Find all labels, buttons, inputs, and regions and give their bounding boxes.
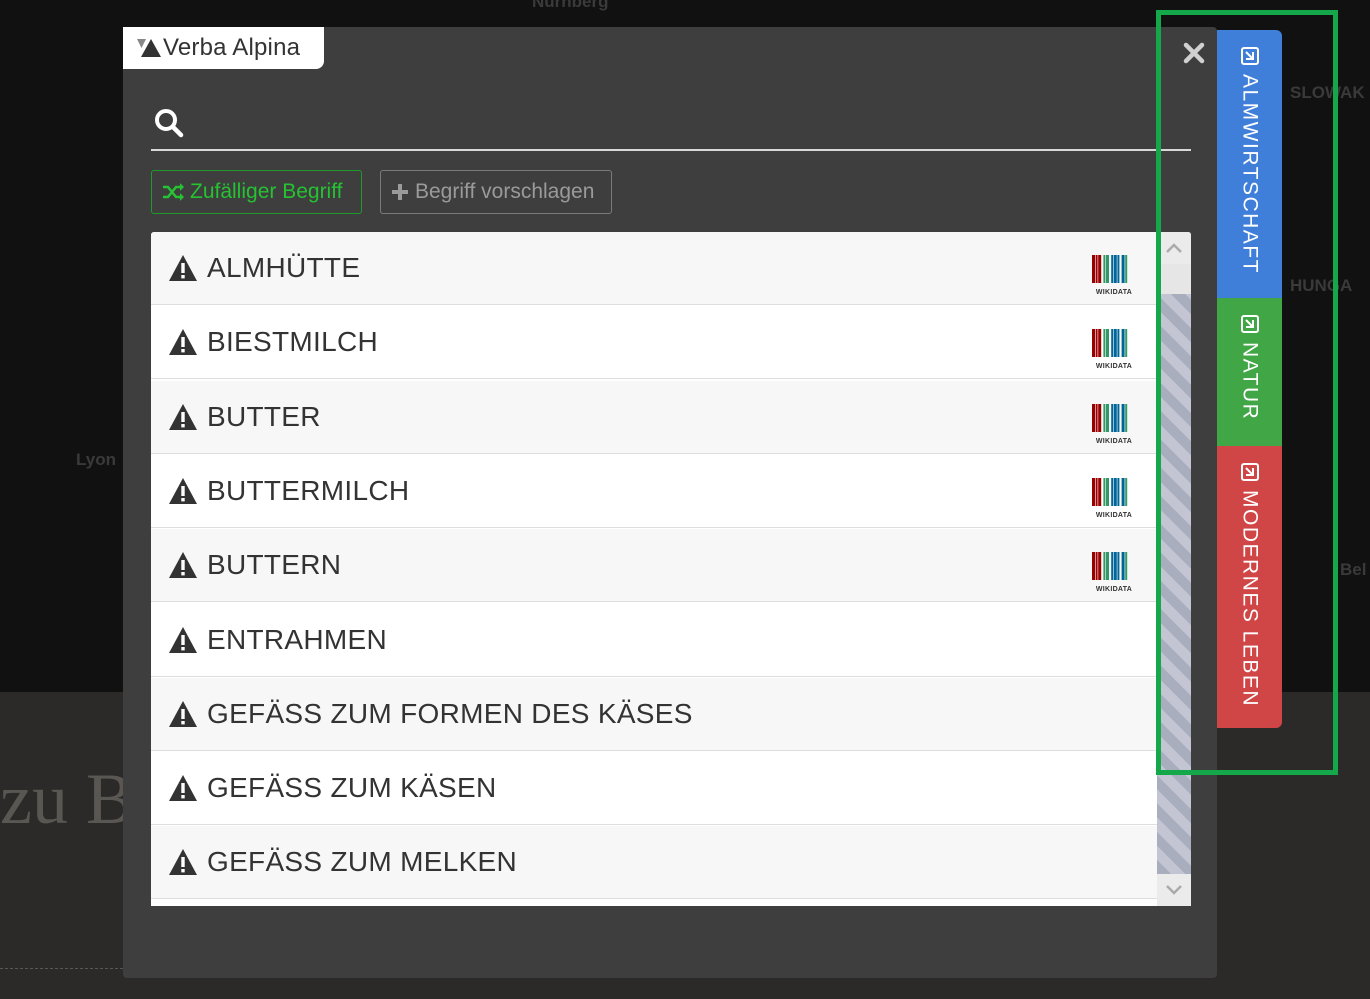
list-item[interactable]: BUTTER WIKIDATA <box>151 380 1157 454</box>
map-label: Bel <box>1340 560 1367 579</box>
warning-icon <box>169 626 197 653</box>
list-item[interactable]: BUTTERN WIKIDATA <box>151 529 1157 603</box>
list-item-label: GEFÄSS ZUM FORMEN DES KÄSES <box>207 697 693 729</box>
wikidata-icon <box>1092 477 1128 506</box>
search-bar <box>151 97 1191 151</box>
chevron-up-icon <box>1166 243 1182 253</box>
list-item-label: ENTRAHMEN <box>207 623 388 655</box>
random-term-button[interactable]: Zufälliger Begriff <box>151 170 362 214</box>
sign-in-icon <box>1240 315 1259 333</box>
map-label: Lyon <box>76 450 116 469</box>
scroll-down-button[interactable] <box>1157 874 1191 906</box>
list-scrollbar[interactable] <box>1157 232 1191 906</box>
wikidata-link[interactable]: WIKIDATA <box>1091 403 1137 445</box>
divider <box>0 968 123 969</box>
list-item[interactable]: GEFÄSS ZUM FORMEN DES KÄSES <box>151 677 1157 751</box>
warning-icon <box>169 552 197 579</box>
list-item-label: BUTTERN <box>207 549 342 581</box>
wikidata-caption: WIKIDATA <box>1095 289 1133 296</box>
wikidata-link[interactable]: WIKIDATA <box>1091 255 1137 296</box>
warning-icon <box>169 775 197 802</box>
list-item[interactable]: ALMHÜTTE WIKIDATA <box>151 232 1157 305</box>
tab-modernes-leben[interactable]: MODERNES LEBEN <box>1217 446 1282 728</box>
wikidata-icon <box>1092 255 1128 283</box>
sign-in-icon <box>1240 47 1259 65</box>
warning-icon <box>169 329 197 356</box>
tab-label: MODERNES LEBEN <box>1238 490 1262 708</box>
scroll-thumb[interactable] <box>1157 264 1191 294</box>
warning-icon <box>169 477 197 504</box>
tab-label: ALMWIRTSCHAFT <box>1238 74 1262 274</box>
wikidata-caption: WIKIDATA <box>1095 437 1133 445</box>
suggest-term-label: Begriff vorschlagen <box>415 180 595 203</box>
warning-icon <box>169 403 197 430</box>
map-label: HUNGA <box>1290 276 1353 295</box>
list-item[interactable]: ENTRAHMEN <box>151 603 1157 677</box>
shuffle-icon <box>163 183 184 201</box>
search-input[interactable] <box>185 102 1191 144</box>
tab-natur[interactable]: NATUR <box>1217 298 1282 446</box>
suggest-term-button[interactable]: Begriff vorschlagen <box>380 170 612 214</box>
list-item[interactable]: GEFÄSS ZUM MELKEN <box>151 826 1157 900</box>
wikidata-icon <box>1092 552 1128 581</box>
wikidata-link[interactable]: WIKIDATA <box>1091 552 1137 594</box>
wikidata-icon <box>1092 329 1128 358</box>
list-item[interactable]: GEFÄSS ZUM KÄSEN <box>151 752 1157 826</box>
list-item-label: BIESTMILCH <box>207 326 379 358</box>
warning-icon <box>169 849 197 876</box>
warning-icon <box>169 255 197 281</box>
wikidata-link[interactable]: WIKIDATA <box>1091 329 1137 371</box>
map-label: Nürnberg <box>532 0 609 11</box>
list-item[interactable]: BIESTMILCH WIKIDATA <box>151 306 1157 380</box>
logo-tab[interactable]: Verba Alpina <box>123 27 324 69</box>
logo-text: Verba Alpina <box>163 34 301 61</box>
list-item-label: BUTTERMILCH <box>207 474 410 506</box>
verba-alpina-logo-icon <box>137 39 161 57</box>
sign-in-icon <box>1240 463 1259 481</box>
plus-icon <box>392 184 408 200</box>
warning-icon <box>169 700 197 727</box>
wikidata-icon <box>1092 403 1128 432</box>
scroll-up-button[interactable] <box>1157 232 1191 264</box>
tab-almwirtschaft[interactable]: ALMWIRTSCHAFT <box>1217 30 1282 298</box>
wikidata-caption: WIKIDATA <box>1095 363 1133 371</box>
list-item[interactable]: BUTTERMILCH WIKIDATA <box>151 454 1157 528</box>
list-item-label: ALMHÜTTE <box>207 252 361 283</box>
tab-label: NATUR <box>1238 342 1262 421</box>
concept-list: ALMHÜTTE WIKIDATA BIESTMILCH WIKIDATA BUTTER… <box>151 232 1191 906</box>
scroll-track[interactable] <box>1157 264 1191 874</box>
list-item-label: GEFÄSS ZUM MELKEN <box>207 846 518 878</box>
concept-search-modal: Verba Alpina Zufälliger Begriff Begriff … <box>123 27 1217 978</box>
wikidata-caption: WIKIDATA <box>1095 586 1133 594</box>
chevron-down-icon <box>1166 885 1182 895</box>
wikidata-caption: WIKIDATA <box>1095 511 1133 519</box>
map-label: SLOWAK <box>1290 83 1365 102</box>
page-heading: zu B <box>0 759 134 839</box>
wikidata-link[interactable]: WIKIDATA <box>1091 477 1137 519</box>
list-item-label: BUTTER <box>207 400 321 432</box>
search-icon <box>155 109 184 138</box>
list-item-label: GEFÄSS ZUM KÄSEN <box>207 772 497 804</box>
random-term-label: Zufälliger Begriff <box>190 180 343 203</box>
close-button[interactable] <box>1180 39 1208 67</box>
close-icon <box>1183 42 1205 64</box>
